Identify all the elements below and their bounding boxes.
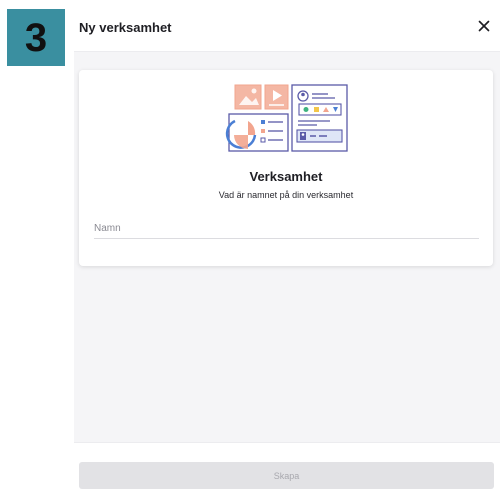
business-card: Verksamhet Vad är namnet på din verksamh… xyxy=(79,70,493,266)
step-badge: 3 xyxy=(7,9,65,66)
create-button[interactable]: Skapa xyxy=(79,462,494,489)
modal-body: Verksamhet Vad är namnet på din verksamh… xyxy=(74,52,500,442)
close-button[interactable] xyxy=(474,16,494,36)
modal-title: Ny verksamhet xyxy=(79,20,172,35)
business-name-input[interactable] xyxy=(94,218,479,239)
card-title: Verksamhet xyxy=(249,169,323,184)
new-business-modal: Ny verksamhet Verksamhet Vad är namnet p… xyxy=(74,0,500,498)
card-subtitle: Vad är namnet på din verksamhet xyxy=(218,190,354,200)
modal-header: Ny verksamhet xyxy=(74,0,500,52)
page: 3 Ny verksamhet Verksamhet Vad är namnet… xyxy=(0,0,500,498)
business-dashboard-illustration xyxy=(225,84,348,152)
step-number: 3 xyxy=(24,15,48,60)
close-icon xyxy=(478,20,490,32)
modal-footer: Skapa xyxy=(74,442,500,498)
